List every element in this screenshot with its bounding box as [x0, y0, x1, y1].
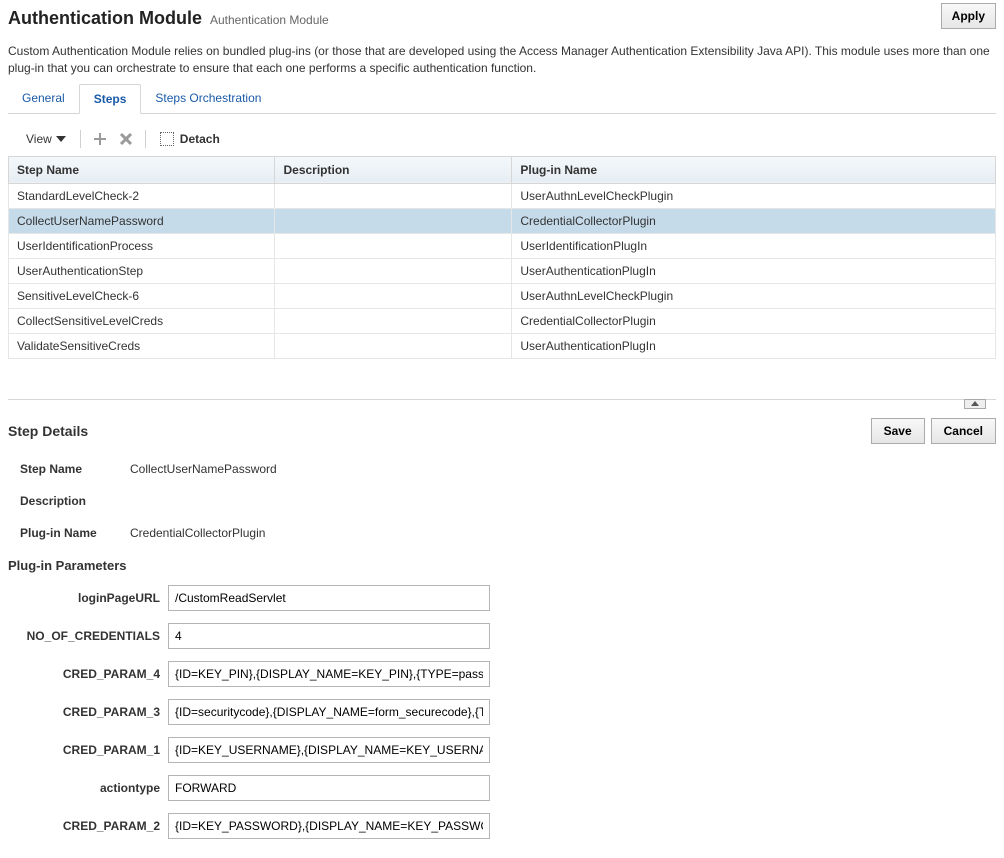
table-cell: UserAuthnLevelCheckPlugin: [512, 283, 996, 308]
table-cell: UserIdentificationProcess: [9, 233, 275, 258]
table-cell: UserAuthenticationStep: [9, 258, 275, 283]
table-cell: [275, 233, 512, 258]
view-label: View: [26, 132, 52, 146]
param-label: actiontype: [8, 781, 160, 795]
plus-icon: [91, 130, 109, 148]
param-input[interactable]: [168, 775, 490, 801]
col-description[interactable]: Description: [275, 156, 512, 183]
param-label: CRED_PARAM_3: [8, 705, 160, 719]
table-cell: UserIdentificationPlugIn: [512, 233, 996, 258]
table-row[interactable]: UserIdentificationProcess UserIdentificat…: [9, 233, 996, 258]
apply-button[interactable]: Apply: [941, 3, 996, 29]
table-row[interactable]: ValidateSensitiveCreds UserAuthentication…: [9, 333, 996, 358]
table-cell: UserAuthnLevelCheckPlugin: [512, 183, 996, 208]
toolbar-divider: [145, 130, 146, 148]
page-title: Authentication Module: [8, 8, 202, 29]
tabs: General Steps Steps Orchestration: [8, 84, 996, 114]
table-row[interactable]: SensitiveLevelCheck-6 UserAuthnLevelCheck…: [9, 283, 996, 308]
table-cell: CredentialCollectorPlugin: [512, 208, 996, 233]
param-label: CRED_PARAM_2: [8, 819, 160, 833]
detach-icon: [160, 132, 174, 146]
delete-button[interactable]: [115, 128, 137, 150]
table-cell: UserAuthenticationPlugIn: [512, 258, 996, 283]
param-label: CRED_PARAM_4: [8, 667, 160, 681]
module-description: Custom Authentication Module relies on b…: [8, 43, 996, 78]
save-button[interactable]: Save: [871, 418, 925, 444]
param-input[interactable]: [168, 699, 490, 725]
table-cell: [275, 283, 512, 308]
page-subtitle: Authentication Module: [210, 8, 329, 27]
param-label: loginPageURL: [8, 591, 160, 605]
table-row[interactable]: CollectUserNamePassword CredentialCollect…: [9, 208, 996, 233]
table-cell: [275, 308, 512, 333]
cancel-button[interactable]: Cancel: [931, 418, 996, 444]
label-step-name: Step Name: [20, 462, 120, 476]
param-input[interactable]: [168, 623, 490, 649]
detach-label: Detach: [180, 132, 220, 146]
table-cell: [275, 183, 512, 208]
chevron-up-icon: [971, 401, 979, 406]
view-menu[interactable]: View: [20, 128, 72, 150]
value-plugin-name: CredentialCollectorPlugin: [130, 526, 265, 540]
x-icon: [117, 130, 135, 148]
table-cell: UserAuthenticationPlugIn: [512, 333, 996, 358]
plugin-parameters-title: Plug-in Parameters: [8, 558, 996, 573]
tab-steps-orchestration[interactable]: Steps Orchestration: [141, 84, 275, 113]
chevron-down-icon: [56, 136, 66, 142]
detach-button[interactable]: Detach: [154, 128, 226, 150]
tab-general[interactable]: General: [8, 84, 79, 113]
param-input[interactable]: [168, 585, 490, 611]
table-cell: SensitiveLevelCheck-6: [9, 283, 275, 308]
table-row[interactable]: StandardLevelCheck-2 UserAuthnLevelCheckP…: [9, 183, 996, 208]
step-details-title: Step Details: [8, 423, 88, 439]
steps-table: Step Name Description Plug-in Name Stand…: [8, 156, 996, 359]
collapse-handle[interactable]: [964, 399, 986, 409]
param-input[interactable]: [168, 737, 490, 763]
table-cell: CollectSensitiveLevelCreds: [9, 308, 275, 333]
add-button[interactable]: [89, 128, 111, 150]
table-cell: StandardLevelCheck-2: [9, 183, 275, 208]
param-label: NO_OF_CREDENTIALS: [8, 629, 160, 643]
param-input[interactable]: [168, 813, 490, 839]
table-cell: [275, 333, 512, 358]
col-step-name[interactable]: Step Name: [9, 156, 275, 183]
table-cell: ValidateSensitiveCreds: [9, 333, 275, 358]
table-cell: CollectUserNamePassword: [9, 208, 275, 233]
table-cell: [275, 258, 512, 283]
param-input[interactable]: [168, 661, 490, 687]
table-cell: CredentialCollectorPlugin: [512, 308, 996, 333]
table-row[interactable]: UserAuthenticationStep UserAuthentication…: [9, 258, 996, 283]
label-description: Description: [20, 494, 120, 508]
value-step-name: CollectUserNamePassword: [130, 462, 277, 476]
label-plugin-name: Plug-in Name: [20, 526, 120, 540]
splitter: [8, 399, 996, 400]
table-cell: [275, 208, 512, 233]
toolbar-divider: [80, 130, 81, 148]
col-plugin-name[interactable]: Plug-in Name: [512, 156, 996, 183]
table-toolbar: View Detach: [8, 128, 996, 150]
table-row[interactable]: CollectSensitiveLevelCreds CredentialColl…: [9, 308, 996, 333]
param-label: CRED_PARAM_1: [8, 743, 160, 757]
tab-steps[interactable]: Steps: [79, 84, 142, 114]
